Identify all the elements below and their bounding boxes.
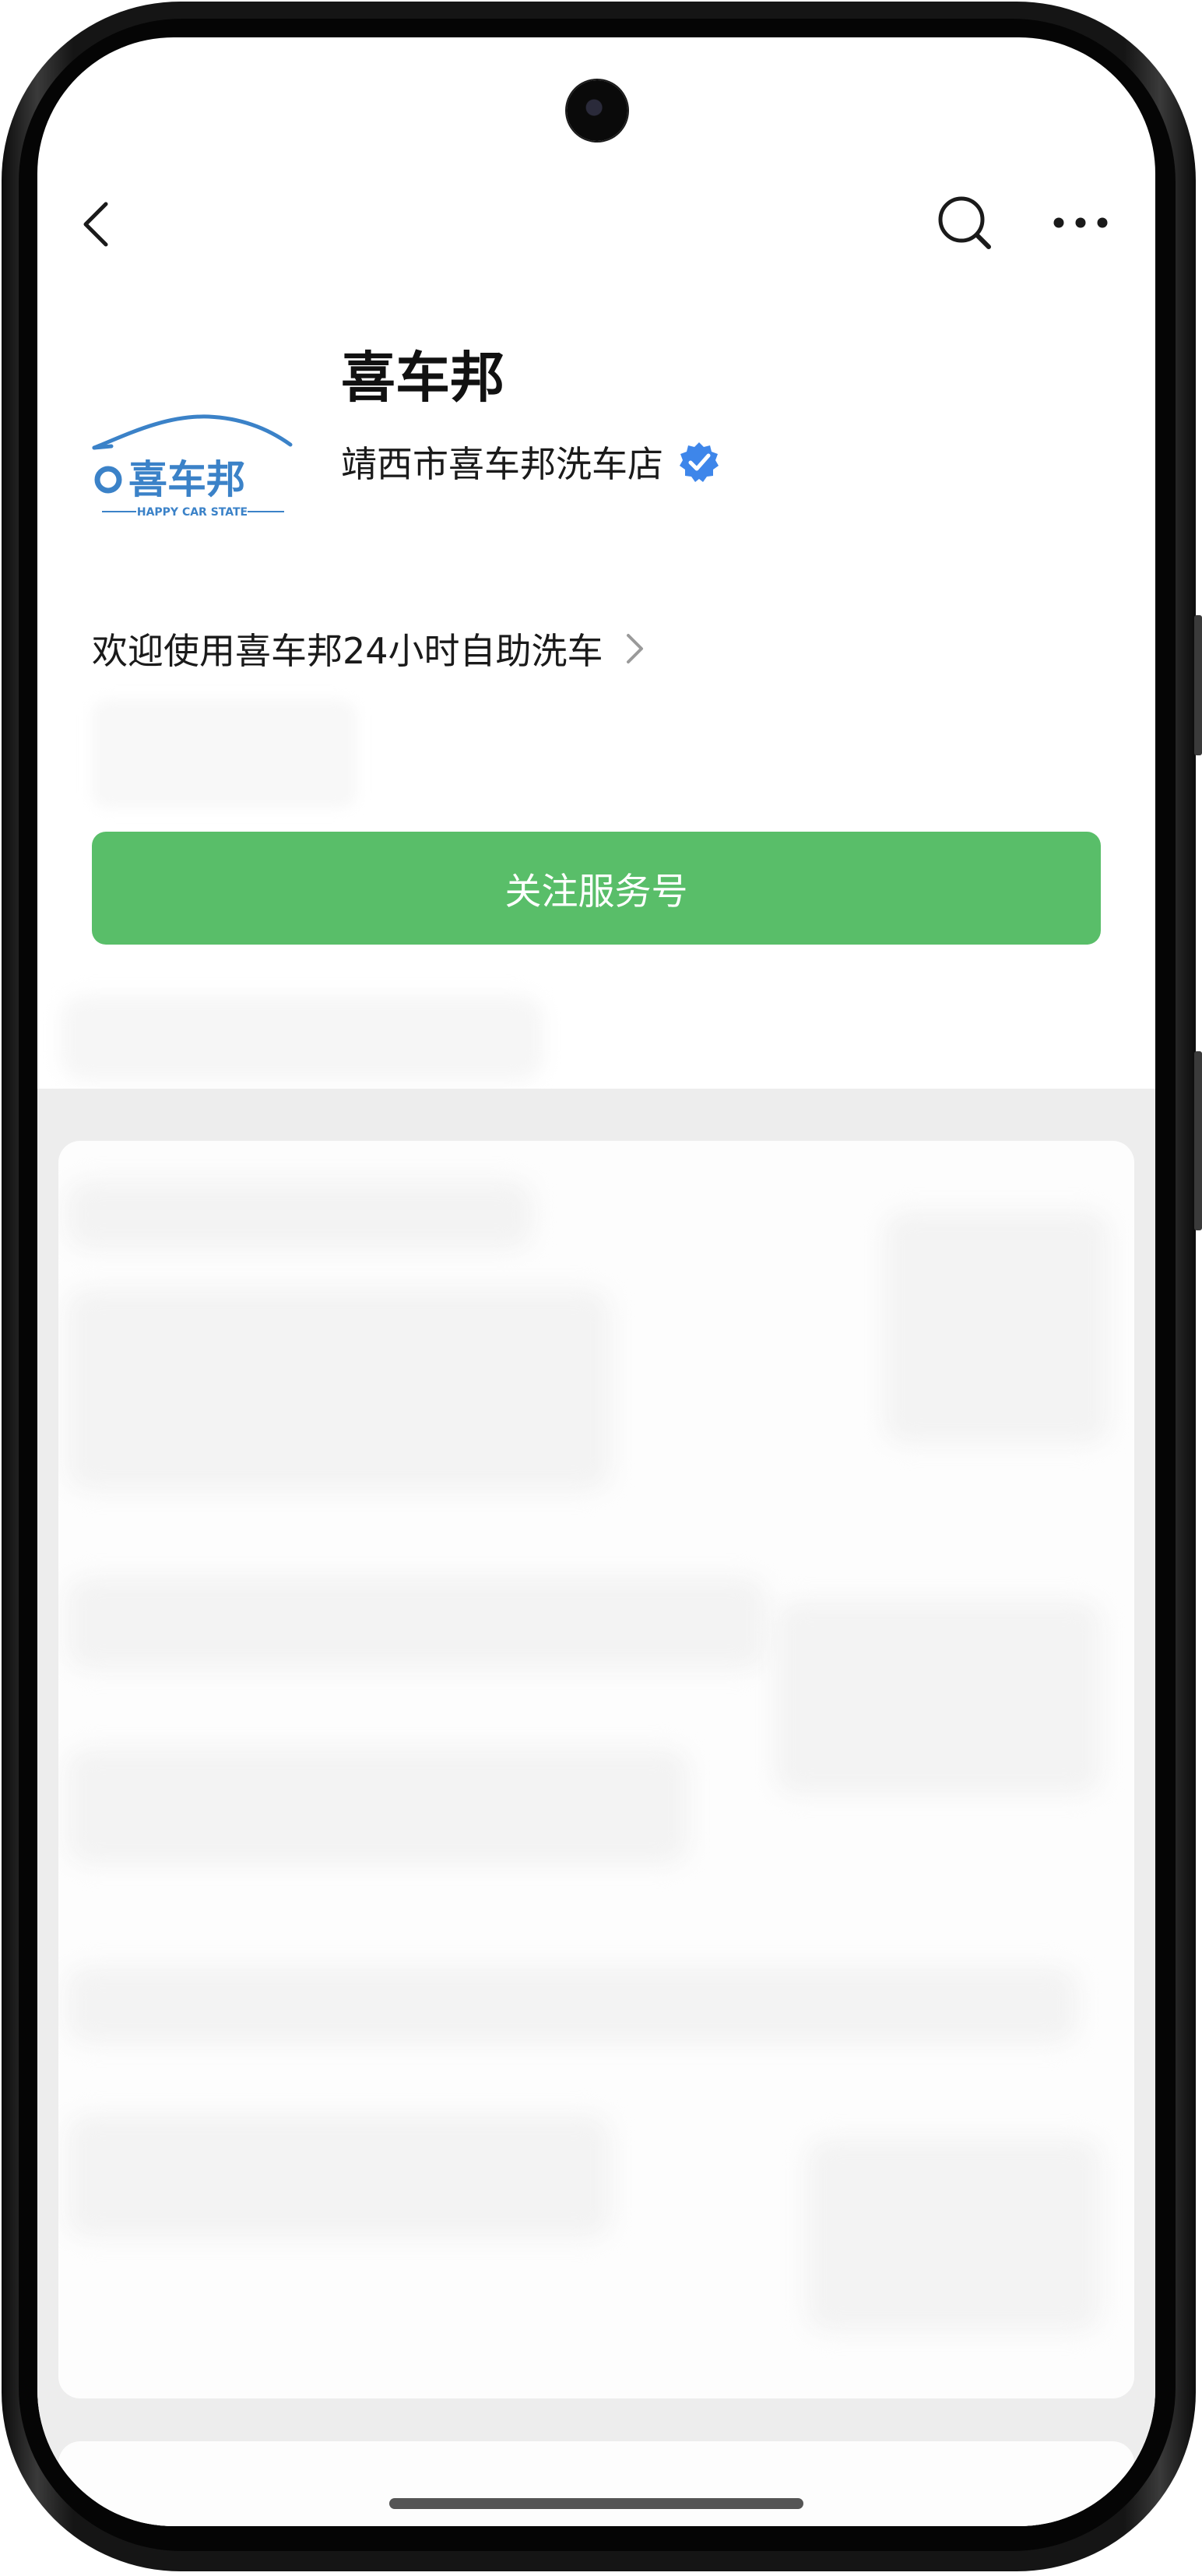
search-icon [938,196,991,249]
blurred-info-block [92,699,357,808]
blurred-section-title [61,995,543,1081]
intro-text: 欢迎使用喜车邦24小时自助洗车 [92,630,603,672]
side-button-power [1194,1051,1202,1230]
verified-badge-icon [680,442,719,482]
article-card-next[interactable] [58,2441,1134,2526]
phone-frame: 喜车邦 HAPPY CAR STATE 喜车邦 靖西市喜车邦洗车店 欢迎使用喜车… [0,0,1202,2576]
follow-button[interactable]: 关注服务号 [92,832,1101,945]
chevron-left-icon [83,202,108,247]
account-subtitle: 靖西市喜车邦洗车店 [341,443,663,485]
side-button-volume [1194,615,1202,755]
more-button[interactable] [1046,192,1116,254]
screen: 喜车邦 HAPPY CAR STATE 喜车邦 靖西市喜车邦洗车店 欢迎使用喜车… [37,37,1155,2526]
account-name: 喜车邦 [341,346,504,410]
intro-link[interactable]: 欢迎使用喜车邦24小时自助洗车 [92,614,648,684]
article-card[interactable] [58,1141,1134,2398]
more-dots-icon [1053,217,1108,228]
account-subtitle-row: 靖西市喜车邦洗车店 [341,431,721,493]
chevron-right-icon [626,634,643,663]
search-button[interactable] [934,192,996,254]
front-camera [567,80,627,141]
back-button[interactable] [69,193,131,255]
account-logo: 喜车邦 HAPPY CAR STATE [80,353,302,547]
logo-tagline-text: HAPPY CAR STATE [137,506,248,519]
logo-brand-text: 喜车邦 [128,457,245,502]
home-indicator[interactable] [389,2498,803,2509]
